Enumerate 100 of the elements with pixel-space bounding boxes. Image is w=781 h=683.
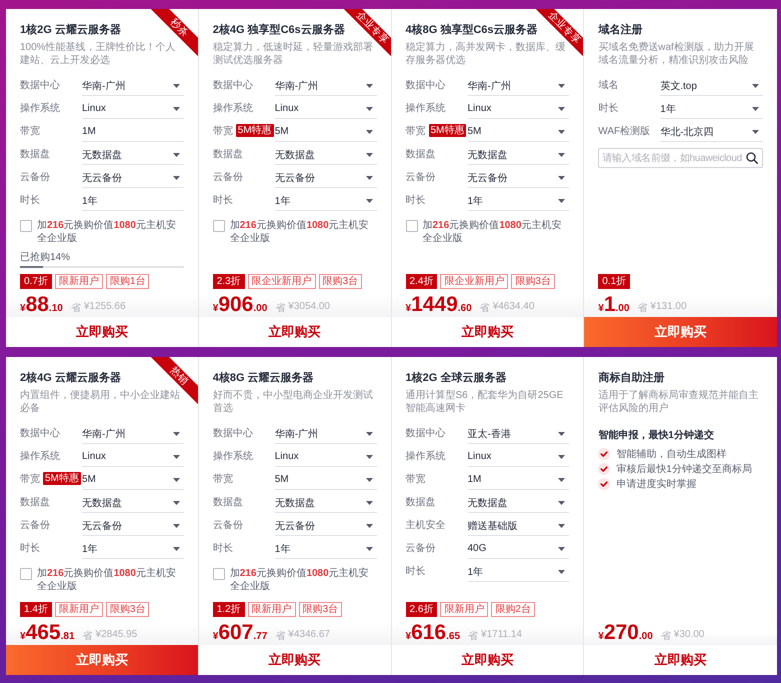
price: ¥270.00: [598, 621, 653, 645]
discount-tag: 2.4折: [406, 274, 438, 289]
field-label: 数据中心: [406, 78, 446, 92]
caret-icon: [752, 84, 759, 88]
product-title: 1核2G 云耀云服务器: [20, 22, 121, 38]
field-label: 数据盘: [212, 148, 243, 160]
limit-tag: 限购1台: [106, 274, 150, 289]
dropdown-select[interactable]: 1年: [468, 562, 570, 582]
dropdown-select[interactable]: 华南-广州: [468, 76, 570, 96]
caret-icon: [366, 478, 372, 482]
dropdown-select[interactable]: 1M: [468, 470, 570, 490]
limit-tag: 限新用户: [54, 274, 103, 289]
dropdown-select[interactable]: 1年: [274, 191, 376, 211]
dropdown-select[interactable]: 无数据盘: [82, 145, 184, 165]
dropdown-select[interactable]: 无数据盘: [82, 493, 184, 513]
discount-tag: 1.4折: [20, 602, 52, 617]
saving-amount: 省 ¥131.00: [637, 301, 687, 315]
addon-offer-text: 加216元换购价值1080元主机安全企业版: [230, 219, 370, 245]
price: ¥607.77: [212, 621, 268, 645]
product-title: 2核4G 云耀云服务器: [20, 370, 121, 386]
checkbox[interactable]: [406, 220, 418, 232]
caret-icon: [558, 546, 566, 550]
dropdown-select[interactable]: 英文.top: [660, 76, 763, 96]
product-description: 稳定算力，低速时延，轻量游戏部署测试优选服务器: [212, 41, 374, 67]
checkbox[interactable]: [212, 568, 225, 580]
dropdown-select[interactable]: 1年: [82, 539, 184, 559]
field-label: 带宽: [406, 124, 426, 138]
dropdown-select[interactable]: 40G: [468, 539, 570, 559]
dropdown-select[interactable]: Linux: [468, 99, 570, 119]
dropdown-select[interactable]: 赠送基础版: [468, 516, 570, 536]
product-description: 好而不贵，中小型电商企业开发测试首选: [212, 389, 374, 415]
addon-offer-text: 加216元换购价值1080元主机安全企业版: [230, 567, 370, 593]
domain-search-field[interactable]: 请输入域名前缀，如huaweicloud: [598, 148, 763, 168]
price: ¥616.65: [406, 621, 460, 645]
dropdown-select[interactable]: 无云备份: [82, 168, 184, 188]
field-label: 操作系统: [20, 102, 60, 114]
dropdown-select[interactable]: 无数据盘: [274, 493, 376, 513]
progress-label: 已抢购14%: [20, 251, 72, 264]
dropdown-select[interactable]: 无数据盘: [468, 493, 570, 513]
product-description: 通用计算型S6，配套华为自研25GE智能高速网卡: [406, 389, 564, 415]
dropdown-select[interactable]: 无云备份: [82, 516, 184, 536]
check-icon: [598, 462, 610, 474]
saving-amount: 省 ¥3054.00: [275, 301, 330, 315]
dropdown-select[interactable]: 华南-广州: [82, 424, 184, 444]
limit-tag: 限购3台: [318, 274, 362, 289]
field-label: 时长: [20, 194, 40, 206]
dropdown-select[interactable]: 1年: [274, 539, 376, 559]
caret-icon: [558, 478, 566, 482]
field-label: 数据盘: [406, 496, 436, 508]
dropdown-select[interactable]: Linux: [82, 447, 184, 467]
dropdown-select[interactable]: 华南-广州: [274, 76, 376, 96]
dropdown-select[interactable]: 华南-广州: [274, 424, 376, 444]
limit-tag: 限企业新用户: [440, 274, 508, 289]
dropdown-select[interactable]: 5M: [274, 470, 376, 490]
dropdown-select[interactable]: 无数据盘: [468, 145, 570, 165]
saving-amount: 省 ¥30.00: [660, 629, 704, 643]
buy-button[interactable]: 立即购买: [584, 317, 777, 347]
dropdown-select[interactable]: Linux: [274, 447, 376, 467]
caret-icon: [752, 130, 759, 134]
field-label: 数据中心: [20, 78, 60, 92]
dropdown-select[interactable]: Linux: [82, 99, 184, 119]
field-label: 时长: [20, 542, 40, 554]
field-label: 云备份: [406, 542, 436, 554]
dropdown-select[interactable]: 无数据盘: [274, 145, 376, 165]
dropdown-select[interactable]: 无云备份: [468, 168, 570, 188]
dropdown-select[interactable]: 5M: [468, 122, 570, 142]
addon-offer-text: 加216元换购价值1080元主机安全企业版: [37, 219, 177, 245]
addon-offer-text: 加216元换购价值1080元主机安全企业版: [37, 567, 177, 593]
dropdown-select[interactable]: 1年: [468, 191, 570, 211]
saving-amount: 省 ¥4346.67: [275, 629, 330, 643]
limit-tag: 限新用户: [54, 602, 103, 617]
feature-heading: 智能申报，最快1分钟递交: [598, 429, 715, 443]
field-label: 数据中心: [212, 78, 253, 92]
caret-icon: [172, 176, 180, 180]
caret-icon: [558, 106, 566, 110]
dropdown-select[interactable]: Linux: [274, 99, 376, 119]
caret-icon: [558, 570, 566, 574]
field-label: 数据中心: [406, 426, 446, 440]
dropdown-select[interactable]: 5M: [82, 470, 184, 490]
field-label: 数据中心: [212, 426, 253, 440]
dropdown-select[interactable]: 1年: [660, 99, 763, 119]
limit-tag: 限购3台: [298, 602, 342, 617]
buy-button[interactable]: 立即购买: [6, 645, 198, 675]
dropdown-select[interactable]: 无云备份: [274, 516, 376, 536]
dropdown-select[interactable]: 5M: [274, 122, 376, 142]
dropdown-select[interactable]: Linux: [468, 447, 570, 467]
value-field[interactable]: 1年: [82, 191, 184, 211]
dropdown-select[interactable]: 华南-广州: [82, 76, 184, 96]
dropdown-select[interactable]: 无云备份: [274, 168, 376, 188]
field-label: 云备份: [20, 518, 50, 532]
search-icon[interactable]: [746, 152, 758, 164]
price: ¥1.00: [598, 293, 630, 317]
field-label: 数据盘: [20, 148, 50, 160]
field-label: 带宽: [20, 472, 40, 486]
checkbox[interactable]: [20, 220, 32, 232]
checkbox[interactable]: [20, 568, 32, 580]
dropdown-select[interactable]: 亚太-香港: [468, 424, 570, 444]
checkbox[interactable]: [212, 220, 225, 232]
dropdown-select[interactable]: 华北-北京四: [660, 122, 763, 142]
value-field[interactable]: 1M: [82, 122, 184, 142]
